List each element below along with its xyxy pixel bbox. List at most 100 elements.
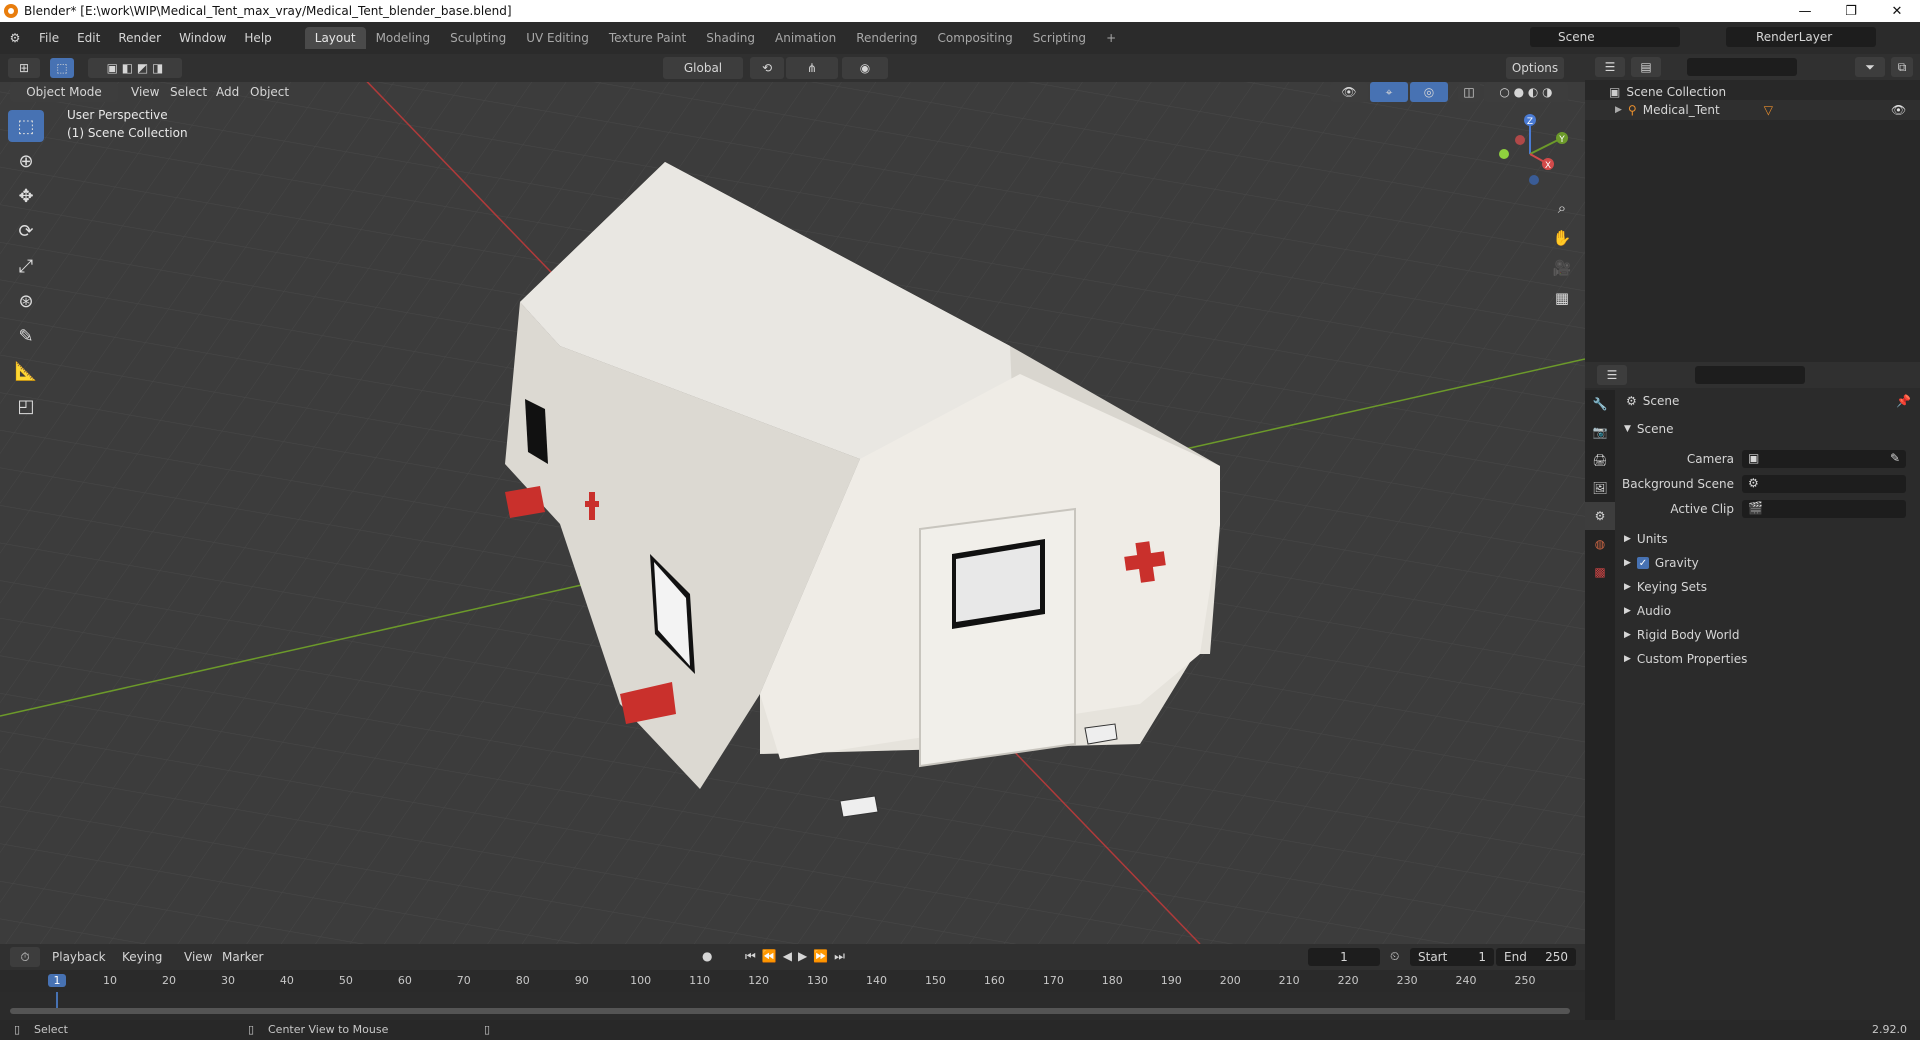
gravity-section[interactable]: ▶ ✓ Gravity [1620,552,1920,574]
shading-mode-icons[interactable]: ○ ● ◐ ◑ [1484,82,1568,102]
close-window-button[interactable]: ✕ [1874,0,1920,22]
snapping-icon[interactable]: ⋔ [786,57,838,79]
tab-layout[interactable]: Layout [304,27,366,49]
gravity-checkbox[interactable]: ✓ [1636,557,1649,569]
overlay-toggle-icon[interactable]: ◎ [1410,82,1448,102]
render-tab-icon[interactable]: 📷 [1585,418,1615,446]
menu-add[interactable]: Add [216,85,239,99]
mesh-data-icon[interactable]: ▽ [1764,103,1773,117]
measure-tool-icon[interactable]: 📐 [8,355,44,387]
add-workspace-icon[interactable]: + [1096,27,1126,49]
record-icon[interactable]: ● [702,949,712,963]
menu-file[interactable]: File [30,27,68,49]
playback-menu[interactable]: Playback [52,950,106,964]
mode-selector[interactable]: Object Mode [10,82,118,102]
tab-uv-editing[interactable]: UV Editing [516,27,599,49]
units-section[interactable]: ▶ Units [1620,528,1920,550]
selection-mode-icons[interactable]: ▣ ◧ ◩ ◨ [88,58,182,78]
new-collection-icon[interactable]: ⧉ [1891,57,1913,77]
gizmo-toggle-icon[interactable]: ⌖ [1370,82,1408,102]
keying-sets-section[interactable]: ▶ Keying Sets [1620,576,1920,598]
scene-panel-header[interactable]: ▼ Scene [1620,418,1920,440]
tab-scripting[interactable]: Scripting [1023,27,1096,49]
outliner-editor-icon[interactable]: ☰ [1595,57,1625,77]
options-button[interactable]: Options [1506,57,1564,79]
scene-tab-icon[interactable]: ⚙ [1585,502,1615,530]
select-box-icon[interactable]: ⬚ [50,58,74,78]
editor-type-icon[interactable]: ⊞ [8,58,40,78]
tab-compositing[interactable]: Compositing [927,27,1022,49]
proportional-edit-icon[interactable]: ◉ [842,57,888,79]
audio-section[interactable]: ▶ Audio [1620,600,1920,622]
restore-button[interactable]: ❐ [1828,0,1874,22]
navigation-gizmo[interactable]: Z Y X [1490,114,1570,194]
timeline-scrollbar[interactable] [10,1008,1570,1014]
annotate-tool-icon[interactable]: ✎ [8,320,44,352]
frame-ruler[interactable]: 1 10 20 30 40 50 60 70 80 90 100 110 120 130 140 150 160… [0,970,1585,992]
camera-field[interactable]: ▣ ✎ [1742,450,1906,468]
medical-tent-model[interactable] [0,54,1585,944]
scale-tool-icon[interactable]: ⤢ [8,250,44,282]
filter-icon[interactable]: ⏷ [1855,57,1885,77]
expand-arrow-icon[interactable]: ▶ [1615,105,1622,115]
properties-search-input[interactable] [1695,366,1805,384]
tab-animation[interactable]: Animation [765,27,846,49]
outliner-item-row[interactable]: ▶ ⚲ Medical_Tent ▽ 👁 [1585,100,1920,120]
current-frame-field[interactable]: 1 [1308,948,1380,966]
pin-icon[interactable]: 📌 [1896,394,1911,408]
rotate-tool-icon[interactable]: ⟳ [8,215,44,247]
timeline-editor-icon[interactable]: ⏱ [10,947,40,967]
output-tab-icon[interactable]: 🖨 [1585,446,1615,474]
playback-controls-icons[interactable]: ⏮⏪◀▶⏩⏭ [745,949,851,964]
zoom-icon[interactable]: ⌕ [1548,194,1576,222]
transform-tool-icon[interactable]: ⊛ [8,285,44,317]
timeline-view-menu[interactable]: View [184,950,212,964]
tab-sculpting[interactable]: Sculpting [440,27,516,49]
cursor-tool-icon[interactable]: ⊕ [8,145,44,177]
tab-shading[interactable]: Shading [696,27,765,49]
start-frame-field[interactable]: Start 1 [1410,948,1494,966]
background-scene-field[interactable]: ⚙ [1742,475,1906,493]
move-tool-icon[interactable]: ✥ [8,180,44,212]
texture-tab-icon[interactable]: ▩ [1585,558,1615,586]
menu-render[interactable]: Render [109,27,170,49]
3d-viewport[interactable]: User Perspective (1) Scene Collection Z … [0,54,1585,944]
add-cube-tool-icon[interactable]: ◰ [8,390,44,422]
pivot-point-icon[interactable]: ⟲ [750,57,784,79]
active-clip-field[interactable]: 🎬 [1742,500,1906,518]
eyedropper-icon[interactable]: ✎ [1890,451,1900,465]
ortho-grid-icon[interactable]: ▦ [1548,284,1576,312]
clock-icon[interactable]: ⏲ [1390,949,1399,964]
custom-properties-section[interactable]: ▶ Custom Properties [1620,648,1920,670]
properties-editor-icon[interactable]: ☰ [1597,365,1627,385]
tab-modeling[interactable]: Modeling [366,27,441,49]
rigid-body-section[interactable]: ▶ Rigid Body World [1620,624,1920,646]
menu-help[interactable]: Help [235,27,280,49]
outliner-root-row[interactable]: ▣ Scene Collection [1609,85,1726,99]
tab-texture-paint[interactable]: Texture Paint [599,27,696,49]
renderlayer-selector[interactable]: RenderLayer [1726,27,1876,47]
menu-window[interactable]: Window [170,27,235,49]
pan-hand-icon[interactable]: ✋ [1548,224,1576,252]
end-frame-field[interactable]: End 250 [1496,948,1576,966]
select-tool-icon[interactable]: ⬚ [8,110,44,142]
blender-menu-icon[interactable]: ⚙ [0,31,30,45]
tool-tab-icon[interactable]: 🔧 [1585,390,1615,418]
display-mode-icon[interactable]: ▤ [1631,57,1661,77]
transform-orientation-select[interactable]: Global [663,57,743,79]
visibility-icon[interactable]: 👁 [1330,82,1368,102]
outliner-search-input[interactable] [1687,58,1797,76]
world-tab-icon[interactable]: ◍ [1585,530,1615,558]
xray-toggle-icon[interactable]: ◫ [1458,82,1480,102]
scene-selector[interactable]: Scene [1530,27,1680,47]
menu-select[interactable]: Select [170,85,207,99]
minimize-button[interactable]: — [1782,0,1828,22]
menu-view[interactable]: View [131,85,159,99]
tab-rendering[interactable]: Rendering [846,27,927,49]
keying-menu[interactable]: Keying [122,950,162,964]
view-layer-tab-icon[interactable]: 🖼 [1585,474,1615,502]
camera-view-icon[interactable]: 🎥 [1548,254,1576,282]
marker-menu[interactable]: Marker [222,950,263,964]
eye-visibility-icon[interactable]: 👁 [1891,103,1906,117]
menu-edit[interactable]: Edit [68,27,109,49]
